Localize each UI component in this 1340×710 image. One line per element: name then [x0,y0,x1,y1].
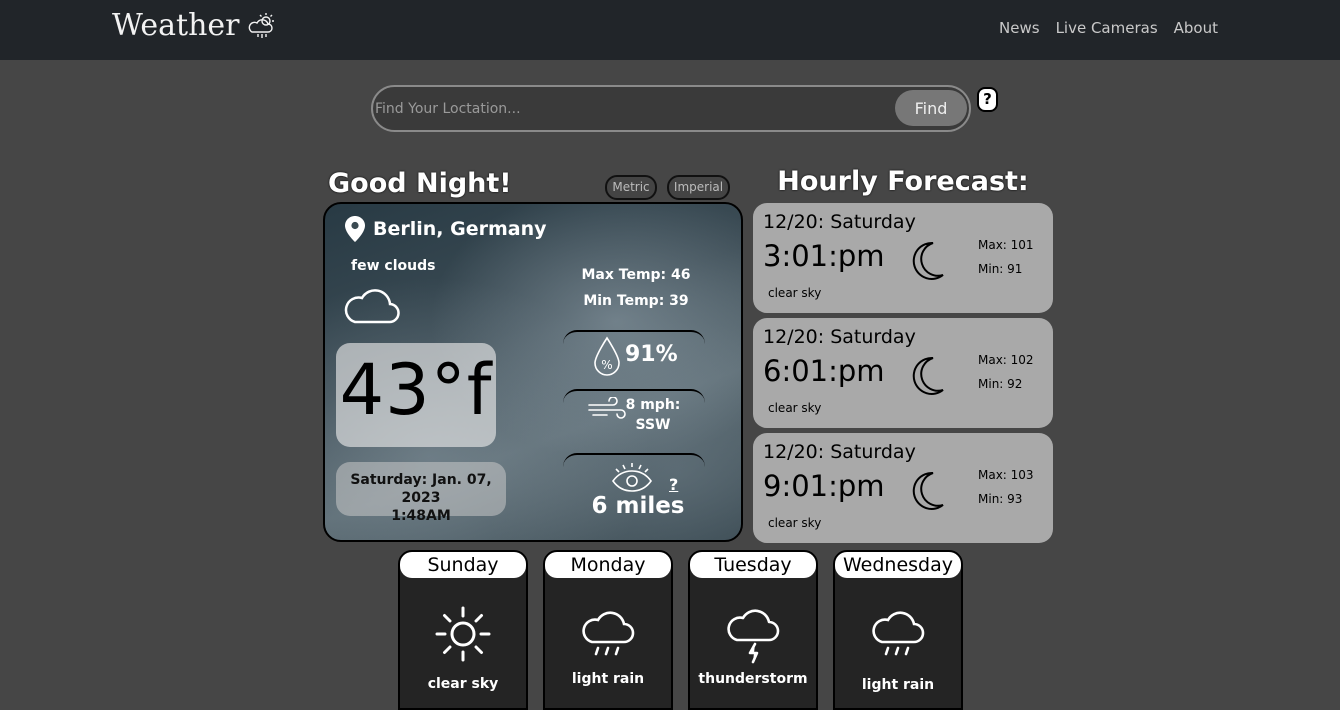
wind-direction: SSW [635,417,671,433]
visibility-value: 6 miles [591,493,685,519]
location-search-bar: Find [371,85,971,132]
hourly-min: Min: 91 [978,262,1023,276]
hourly-time: 3:01:pm [763,239,885,273]
map-pin-icon [345,216,365,242]
find-button[interactable]: Find [895,90,967,126]
brand-logo[interactable]: Weather [112,8,278,43]
hourly-card: 12/20: Saturday 6:01:pm Max: 102 Min: 92… [753,318,1053,428]
temperature-box: 43°f [336,343,496,447]
hourly-description: clear sky [768,516,822,530]
day-description: light rain [861,677,935,693]
daily-card-wednesday: Wednesday light rain [833,550,963,710]
imperial-toggle-button[interactable]: Imperial [667,175,730,200]
search-help-button[interactable]: ? [977,87,998,112]
day-name: Monday [545,552,671,578]
wind-icon [588,397,626,419]
current-temperature: 43°f [339,349,493,431]
location-name: Berlin, Germany [373,218,547,240]
day-name: Sunday [400,552,526,578]
current-date: Saturday: Jan. 07, 2023 [350,472,492,506]
wind-values: 8 mph: SSW [623,395,683,435]
top-navbar: Weather News Live Cameras About [0,0,1340,60]
location-display: Berlin, Germany [345,216,547,242]
hourly-min: Min: 92 [978,377,1023,391]
location-search-input[interactable] [375,95,875,123]
brand-title: Weather [112,8,240,43]
weather-description: few clouds [351,258,436,274]
hourly-card: 12/20: Saturday 3:01:pm Max: 101 Min: 91… [753,203,1053,313]
current-time: 1:48AM [391,508,451,524]
nav-about-link[interactable]: About [1174,19,1218,37]
humidity-drop-icon: % [594,336,620,376]
hourly-max: Max: 101 [978,238,1034,252]
rain-cloud-icon [582,611,635,656]
hourly-date: 12/20: Saturday [763,326,916,348]
daily-card-sunday: Sunday clear sky [398,550,528,710]
moon-icon [912,356,944,395]
sun-icon [435,606,491,662]
day-description: light rain [571,671,645,687]
current-weather-card: Berlin, Germany few clouds 43°f Saturday… [323,202,743,542]
cloud-icon [344,289,400,324]
day-description: clear sky [427,676,499,692]
min-temp: Min Temp: 39 [583,293,689,309]
hourly-description: clear sky [768,286,822,300]
visibility-panel: ? 6 miles [563,453,705,523]
moon-icon [912,241,944,280]
main-nav: News Live Cameras About [999,19,1218,37]
nav-news-link[interactable]: News [999,19,1040,37]
thunderstorm-icon [727,609,780,664]
hourly-max: Max: 103 [978,468,1034,482]
hourly-card: 12/20: Saturday 9:01:pm Max: 103 Min: 93… [753,433,1053,543]
date-time-box: Saturday: Jan. 07, 2023 1:48AM [336,462,506,524]
day-name: Wednesday [835,552,961,578]
humidity-panel: % 91% [563,330,705,378]
min-max-temps: Max Temp: 46 Min Temp: 39 [571,262,701,314]
max-temp: Max Temp: 46 [581,267,691,283]
hourly-description: clear sky [768,401,822,415]
daily-card-monday: Monday light rain [543,550,673,710]
hourly-max: Max: 102 [978,353,1034,367]
daily-card-tuesday: Tuesday thunderstorm [688,550,818,710]
hourly-min: Min: 93 [978,492,1023,506]
metric-toggle-button[interactable]: Metric [605,175,657,200]
wind-panel: 8 mph: SSW [563,389,705,437]
svg-text:%: % [601,358,612,372]
day-name: Tuesday [690,552,816,578]
eye-icon [612,463,652,492]
visibility-help-button[interactable]: ? [669,475,678,494]
moon-icon [912,471,944,510]
nav-live-cameras-link[interactable]: Live Cameras [1056,19,1158,37]
rain-cloud-icon [872,611,925,656]
hourly-time: 9:01:pm [763,469,885,503]
hourly-date: 12/20: Saturday [763,211,916,233]
greeting-heading: Good Night! [328,168,512,199]
cloud-rain-sun-icon [248,12,274,38]
humidity-value: 91% [625,342,678,367]
day-description: thunderstorm [698,671,808,687]
hourly-time: 6:01:pm [763,354,885,388]
hourly-forecast-title: Hourly Forecast: [777,166,1029,197]
wind-speed: 8 mph: [625,397,681,413]
hourly-date: 12/20: Saturday [763,441,916,463]
